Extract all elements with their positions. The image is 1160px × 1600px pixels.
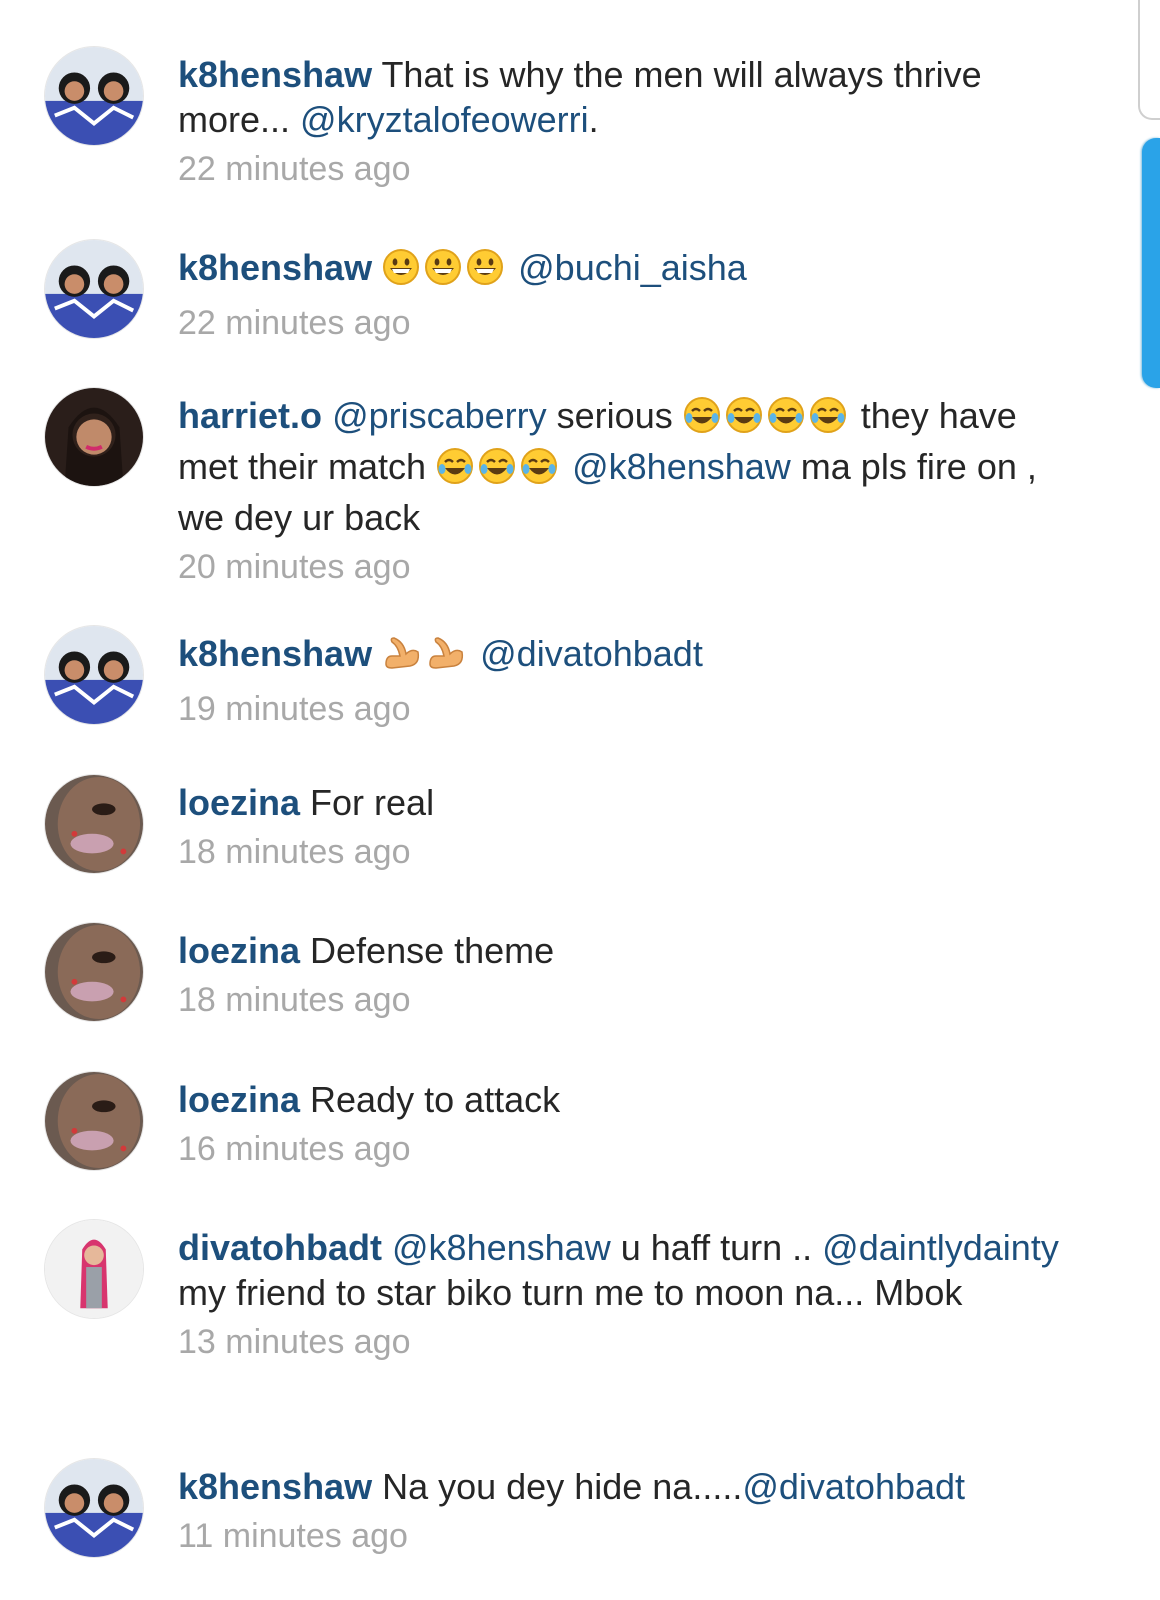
scrollbar-thumb[interactable] [1142, 138, 1160, 388]
comment-body: k8henshaw @divatohbadt 19 minutes ago [178, 631, 1078, 730]
grinning-face-emoji [466, 248, 504, 296]
comment-text: u haff turn .. [610, 1227, 823, 1268]
k8henshaw-avatar[interactable] [44, 625, 144, 725]
comment-body: k8henshaw That is why the men will alway… [178, 52, 1078, 190]
mention-link[interactable]: @kryztalofeowerri [300, 99, 589, 140]
comment-username[interactable]: k8henshaw [178, 633, 372, 674]
tears-of-joy-emoji [520, 447, 558, 495]
k8henshaw-avatar[interactable] [44, 1458, 144, 1558]
tears-of-joy-emoji [436, 447, 474, 495]
loezina-avatar[interactable] [44, 1071, 144, 1171]
comment-body: k8henshaw Na you dey hide na.....@divato… [178, 1464, 1078, 1557]
comment-body: loezina Ready to attack 16 minutes ago [178, 1077, 1078, 1170]
comment-username[interactable]: k8henshaw [178, 247, 372, 288]
divatohbadt-avatar[interactable] [44, 1219, 144, 1319]
k8henshaw-avatar[interactable] [44, 239, 144, 339]
comment-timestamp: 22 minutes ago [178, 304, 411, 342]
comment-timestamp: 22 minutes ago [178, 150, 411, 188]
flexed-biceps-emoji [426, 634, 466, 682]
comment-text: Na you dey hide na..... [372, 1466, 743, 1507]
comment-list: k8henshaw That is why the men will alway… [0, 0, 1160, 1600]
mention-link[interactable]: @divatohbadt [742, 1466, 965, 1507]
tears-of-joy-emoji [809, 396, 847, 444]
grinning-face-emoji [382, 248, 420, 296]
mention-link[interactable]: @priscaberry [332, 395, 547, 436]
k8henshaw-avatar[interactable] [44, 46, 144, 146]
comment-timestamp: 18 minutes ago [178, 981, 411, 1019]
mention-link[interactable]: @daintlydainty [822, 1227, 1059, 1268]
comment-text: my friend to star biko turn me to moon n… [178, 1272, 963, 1313]
comment-body: loezina For real 18 minutes ago [178, 780, 1078, 873]
mention-link[interactable]: @buchi_aisha [518, 247, 747, 288]
mention-link[interactable]: @k8henshaw [392, 1227, 611, 1268]
comment-text: Defense theme [300, 930, 555, 971]
harriet-o-avatar[interactable] [44, 387, 144, 487]
comment-text: For real [300, 782, 435, 823]
grinning-face-emoji [424, 248, 462, 296]
comment-body: divatohbadt @k8henshaw u haff turn .. @d… [178, 1225, 1078, 1363]
comment-username[interactable]: loezina [178, 782, 300, 823]
comment-body: harriet.o @priscaberry serious they have… [178, 393, 1078, 588]
comment-text: Ready to attack [300, 1079, 561, 1120]
scrollbar-track[interactable] [1138, 0, 1160, 120]
tears-of-joy-emoji [767, 396, 805, 444]
comment-username[interactable]: k8henshaw [178, 54, 372, 95]
tears-of-joy-emoji [478, 447, 516, 495]
mention-link[interactable]: @divatohbadt [480, 633, 703, 674]
loezina-avatar[interactable] [44, 774, 144, 874]
comment-timestamp: 16 minutes ago [178, 1130, 411, 1168]
comment-username[interactable]: k8henshaw [178, 1466, 372, 1507]
comment-text: serious [546, 395, 683, 436]
comment-username[interactable]: divatohbadt [178, 1227, 382, 1268]
flexed-biceps-emoji [382, 634, 422, 682]
loezina-avatar[interactable] [44, 922, 144, 1022]
comment-timestamp: 13 minutes ago [178, 1323, 411, 1361]
comment-body: loezina Defense theme 18 minutes ago [178, 928, 1078, 1021]
tears-of-joy-emoji [683, 396, 721, 444]
comment-username[interactable]: harriet.o [178, 395, 322, 436]
comment-timestamp: 18 minutes ago [178, 833, 411, 871]
mention-link[interactable]: @k8henshaw [572, 446, 791, 487]
tears-of-joy-emoji [725, 396, 763, 444]
comment-timestamp: 11 minutes ago [178, 1517, 408, 1555]
comment-body: k8henshaw @buchi_aisha 22 minutes ago [178, 245, 1078, 344]
comment-timestamp: 19 minutes ago [178, 690, 411, 728]
comment-username[interactable]: loezina [178, 1079, 300, 1120]
comment-text: . [588, 99, 599, 140]
comment-username[interactable]: loezina [178, 930, 300, 971]
comment-timestamp: 20 minutes ago [178, 548, 411, 586]
